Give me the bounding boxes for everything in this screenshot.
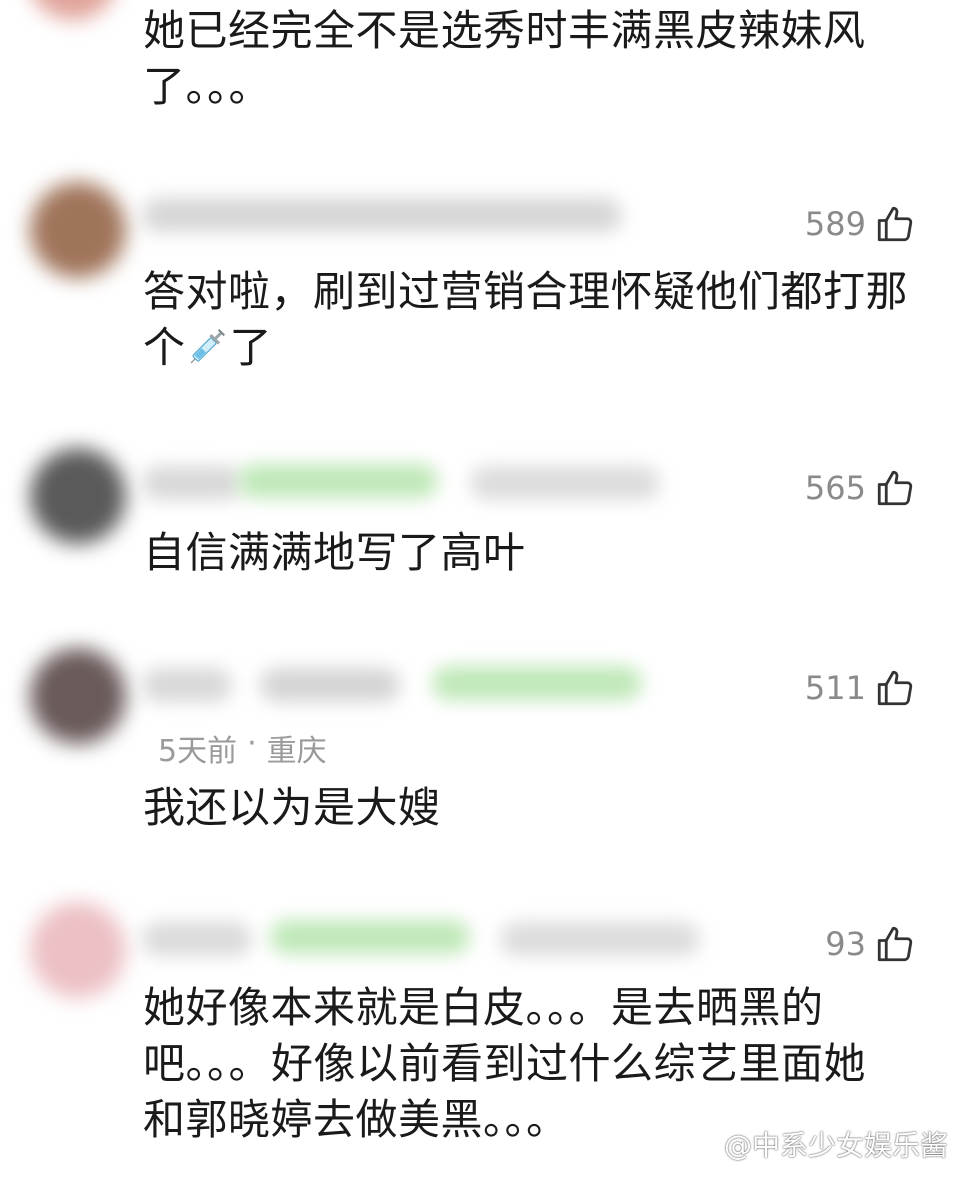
like-button[interactable]: 565	[805, 464, 916, 512]
avatar[interactable]	[28, 0, 118, 20]
like-button[interactable]: 589	[805, 200, 916, 248]
like-button[interactable]: 93	[825, 920, 916, 968]
username-blurred[interactable]	[142, 922, 252, 956]
thumbs-up-icon	[877, 670, 913, 706]
comment-text: 她已经完全不是选秀时丰满黑皮辣妹风 了。。。	[143, 6, 866, 111]
username-blurred[interactable]	[238, 464, 438, 498]
like-count: 93	[825, 925, 866, 963]
username-blurred[interactable]	[470, 466, 660, 500]
thumbs-up-icon	[877, 470, 913, 506]
avatar[interactable]	[30, 448, 126, 544]
comment-text: 自信满满地写了高叶	[143, 528, 526, 577]
comment-text: 她好像本来就是白皮。。。是去晒黑的 吧。。。好像以前看到过什么综艺里面她 和郭晓…	[143, 983, 867, 1144]
username-blurred[interactable]	[432, 666, 642, 700]
watermark-text: @中系少女娱乐酱	[723, 1129, 948, 1162]
avatar[interactable]	[30, 182, 126, 278]
comment-time: 5天前	[158, 734, 238, 769]
username-blurred[interactable]	[142, 466, 242, 500]
like-button[interactable]: 511	[805, 664, 916, 712]
thumbs-up-icon	[877, 206, 913, 242]
watermark: @中系少女娱乐酱	[678, 1124, 948, 1164]
comment-text-part: 了	[229, 323, 273, 372]
comment-text: 我还以为是大嫂	[143, 783, 441, 832]
syringe-emoji	[190, 329, 225, 364]
weibo-logo	[679, 1132, 715, 1159]
like-count: 511	[804, 669, 866, 707]
comment-text: 答对啦，刷到过营销合理怀疑他们都打那 个 了	[143, 264, 933, 376]
username-blurred[interactable]	[142, 198, 622, 232]
comment-meta: 5天前 · 重庆	[158, 726, 327, 770]
thumbs-up-icon	[877, 926, 913, 962]
avatar[interactable]	[30, 648, 126, 744]
username-blurred[interactable]	[270, 920, 470, 954]
username-blurred[interactable]	[500, 922, 700, 956]
meta-separator: ·	[247, 726, 257, 761]
username-blurred[interactable]	[142, 668, 232, 702]
avatar[interactable]	[30, 902, 126, 998]
comment-location: 重庆	[266, 734, 327, 769]
like-count: 565	[804, 469, 866, 507]
username-blurred[interactable]	[260, 668, 400, 702]
like-count: 589	[804, 205, 866, 243]
